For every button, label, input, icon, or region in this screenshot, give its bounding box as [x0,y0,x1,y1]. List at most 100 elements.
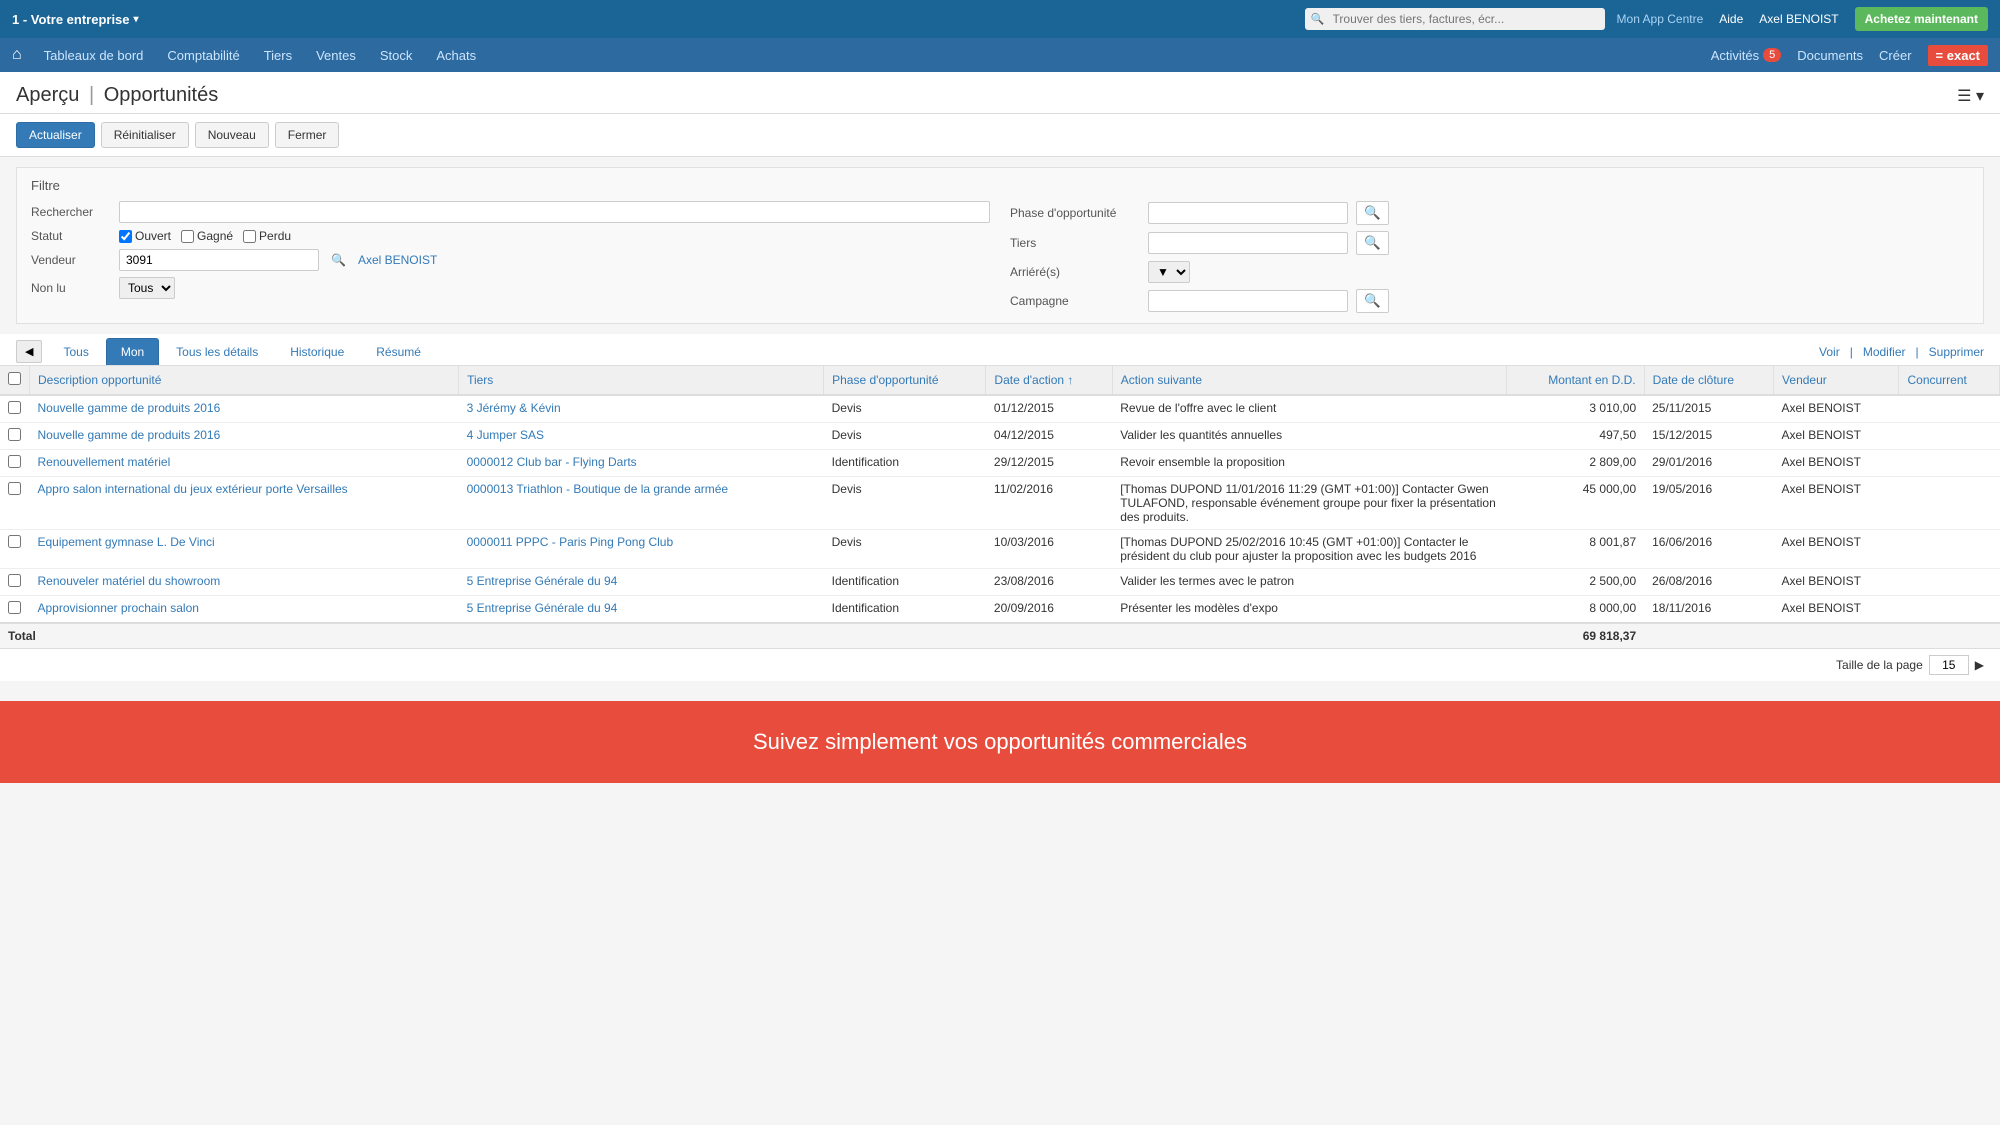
row-checkbox-3[interactable] [8,482,21,495]
page-size-label: Taille de la page [1836,658,1923,672]
company-name[interactable]: 1 - Votre entreprise ▾ [12,12,139,27]
nouveau-button[interactable]: Nouveau [195,122,269,148]
nav-achats[interactable]: Achats [426,42,486,69]
row-checkbox-0[interactable] [8,401,21,414]
vendeur-input[interactable] [119,249,319,271]
tab-resume[interactable]: Résumé [361,338,436,365]
tab-tous[interactable]: Tous [48,338,103,365]
desc-link-0[interactable]: Nouvelle gamme de produits 2016 [38,401,221,415]
rechercher-label: Rechercher [31,205,111,219]
col-action-suivante[interactable]: Action suivante [1112,366,1507,395]
modifier-link[interactable]: Modifier [1863,345,1906,359]
tiers-num-link-0[interactable]: 3 [467,401,474,415]
tiers-input[interactable] [1148,232,1348,254]
campagne-input[interactable] [1148,290,1348,312]
tab-collapse-button[interactable]: ◀ [16,340,42,363]
supprimer-link[interactable]: Supprimer [1929,345,1984,359]
row-checkbox-cell [0,477,30,530]
nav-stock[interactable]: Stock [370,42,423,69]
rechercher-input[interactable] [119,201,990,223]
row-checkbox-4[interactable] [8,535,21,548]
tiers-search-button[interactable]: 🔍 [1356,231,1389,255]
aide-menu[interactable]: Aide [1719,12,1743,26]
row-checkbox-5[interactable] [8,574,21,587]
tiers-name-link-5[interactable]: Entreprise Générale du 94 [477,574,618,588]
tiers-num-link-2[interactable]: 0000012 [467,455,514,469]
nonlu-select[interactable]: Tous Oui Non [119,277,175,299]
page-size-input[interactable] [1929,655,1969,675]
actualiser-button[interactable]: Actualiser [16,122,95,148]
row-checkbox-6[interactable] [8,601,21,614]
creer-link[interactable]: Créer [1879,48,1912,63]
col-tiers[interactable]: Tiers [459,366,824,395]
activites-link[interactable]: Activités 5 [1711,48,1782,63]
user-menu[interactable]: Axel BENOIST [1759,12,1838,26]
statut-gagne-checkbox[interactable] [181,230,194,243]
reinitialiser-button[interactable]: Réinitialiser [101,122,189,148]
row-date-action-3: 11/02/2016 [986,477,1112,530]
tiers-name-link-3[interactable]: Triathlon - Boutique de la grande armée [516,482,728,496]
select-all-checkbox[interactable] [8,372,21,385]
nav-comptabilite[interactable]: Comptabilité [157,42,249,69]
row-checkbox-1[interactable] [8,428,21,441]
row-phase-5: Identification [824,569,986,596]
row-tiers-0: 3 Jérémy & Kévin [459,395,824,423]
desc-link-4[interactable]: Equipement gymnase L. De Vinci [38,535,215,549]
tiers-name-link-2[interactable]: Club bar - Flying Darts [517,455,637,469]
mon-app-centre-link[interactable]: Mon App Centre [1617,12,1704,26]
fermer-button[interactable]: Fermer [275,122,340,148]
statut-ouvert-checkbox[interactable] [119,230,132,243]
nav-ventes[interactable]: Ventes [306,42,366,69]
tab-mon[interactable]: Mon [106,338,159,365]
desc-link-1[interactable]: Nouvelle gamme de produits 2016 [38,428,221,442]
search-input[interactable] [1305,8,1605,30]
desc-link-2[interactable]: Renouvellement matériel [38,455,171,469]
vendeur-link[interactable]: Axel BENOIST [358,253,437,267]
activites-label: Activités [1711,48,1759,63]
home-icon[interactable]: ⌂ [12,46,22,64]
tiers-name-link-4[interactable]: PPPC - Paris Ping Pong Club [516,535,673,549]
col-montant[interactable]: Montant en D.D. [1507,366,1644,395]
statut-perdu-checkbox[interactable] [243,230,256,243]
nav-tableaux-de-bord[interactable]: Tableaux de bord [34,42,154,69]
tiers-num-link-4[interactable]: 0000011 [467,535,513,549]
col-phase[interactable]: Phase d'opportunité [824,366,986,395]
row-montant-4: 8 001,87 [1507,530,1644,569]
arrieres-select[interactable]: ▼ [1148,261,1190,283]
phase-input[interactable] [1148,202,1348,224]
view-options-icon[interactable]: ☰ ▾ [1957,86,1984,106]
tiers-name-link-0[interactable]: Jérémy & Kévin [477,401,561,415]
tiers-name-link-6[interactable]: Entreprise Générale du 94 [477,601,618,615]
row-checkbox-2[interactable] [8,455,21,468]
table-row: Equipement gymnase L. De Vinci 0000011 P… [0,530,2000,569]
documents-link[interactable]: Documents [1797,48,1863,63]
col-date-action[interactable]: Date d'action ↑ [986,366,1112,395]
tiers-name-link-1[interactable]: Jumper SAS [477,428,544,442]
desc-link-5[interactable]: Renouveler matériel du showroom [38,574,221,588]
row-description-4: Equipement gymnase L. De Vinci [30,530,459,569]
statut-perdu-label[interactable]: Perdu [243,229,291,243]
statut-ouvert-label[interactable]: Ouvert [119,229,171,243]
voir-link[interactable]: Voir [1819,345,1840,359]
col-concurrent[interactable]: Concurrent [1899,366,2000,395]
tab-historique[interactable]: Historique [275,338,359,365]
tab-tous-details[interactable]: Tous les détails [161,338,273,365]
statut-gagne-label[interactable]: Gagné [181,229,233,243]
tiers-num-link-3[interactable]: 0000013 [467,482,514,496]
desc-link-3[interactable]: Appro salon international du jeux extéri… [38,482,348,496]
col-date-cloture[interactable]: Date de clôture [1644,366,1773,395]
page-next-icon[interactable]: ▶ [1975,658,1984,672]
phase-search-button[interactable]: 🔍 [1356,201,1389,225]
row-date-cloture-5: 26/08/2016 [1644,569,1773,596]
filter-phase-row: Phase d'opportunité 🔍 [1010,201,1969,225]
campagne-search-button[interactable]: 🔍 [1356,289,1389,313]
campagne-label: Campagne [1010,294,1140,308]
tiers-num-link-6[interactable]: 5 [467,601,474,615]
nav-tiers[interactable]: Tiers [254,42,302,69]
tiers-num-link-1[interactable]: 4 [467,428,474,442]
col-vendeur[interactable]: Vendeur [1774,366,1899,395]
col-description[interactable]: Description opportunité [30,366,459,395]
tiers-num-link-5[interactable]: 5 [467,574,474,588]
desc-link-6[interactable]: Approvisionner prochain salon [38,601,199,615]
achetez-button[interactable]: Achetez maintenant [1855,7,1988,31]
